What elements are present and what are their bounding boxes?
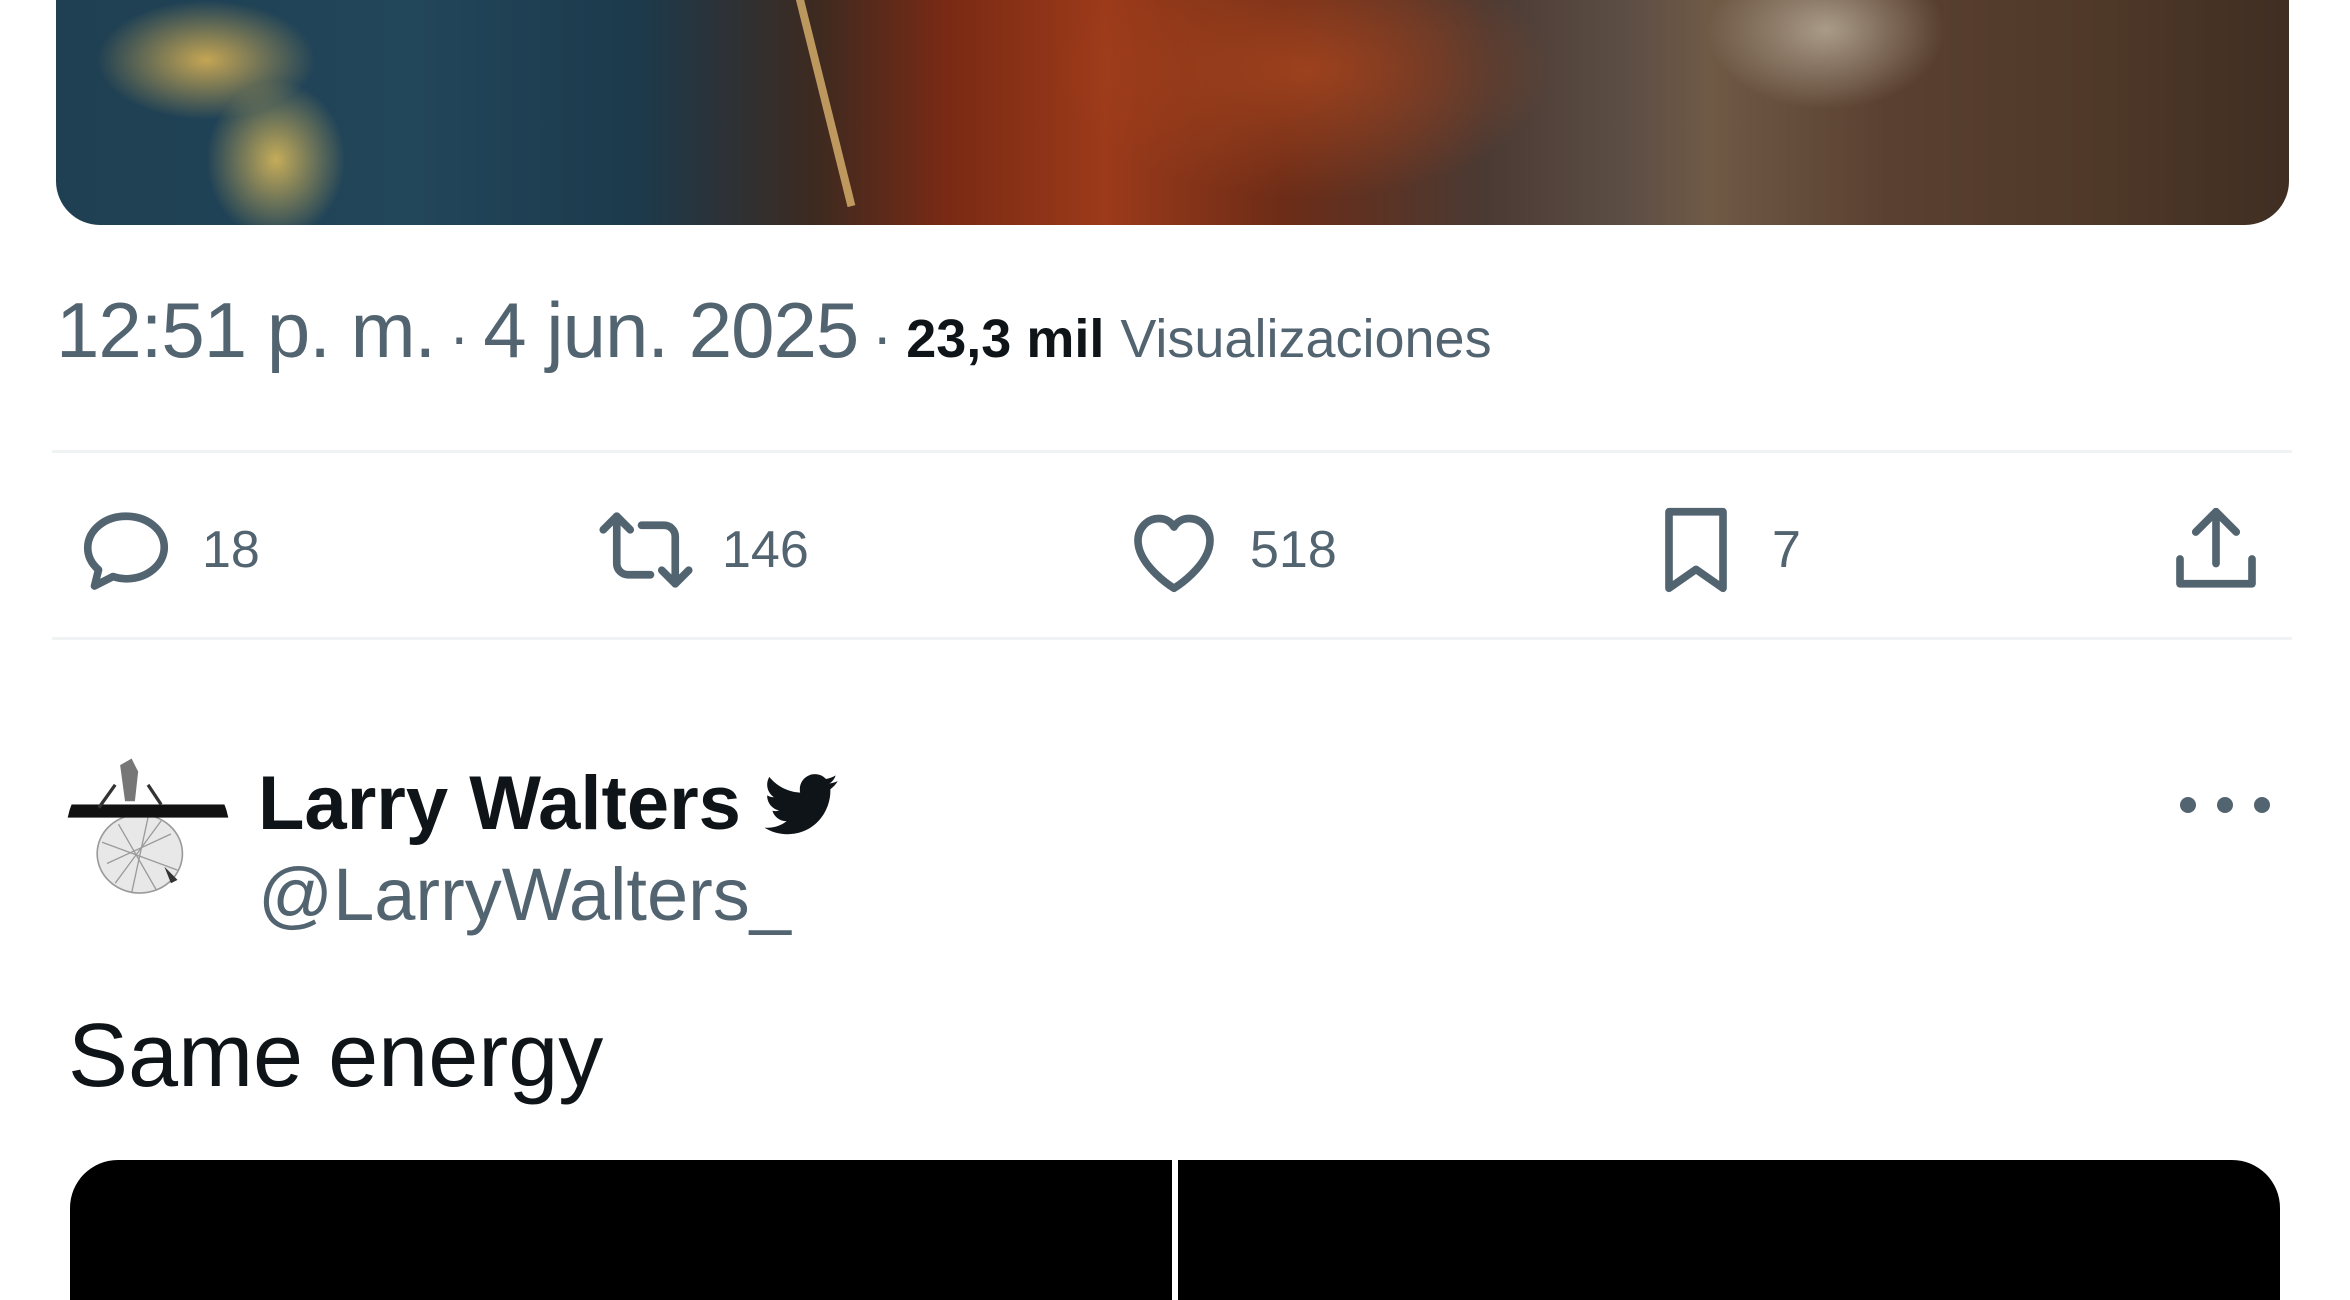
share-button[interactable] bbox=[2162, 500, 2270, 600]
divider bbox=[52, 450, 2292, 453]
heart-icon bbox=[1134, 514, 1214, 593]
action-bar: 18 146 518 7 bbox=[52, 455, 2292, 640]
more-icon bbox=[2217, 797, 2233, 813]
bird-icon bbox=[764, 773, 838, 834]
retweet-button[interactable]: 146 bbox=[592, 500, 809, 600]
media-detail bbox=[1706, 0, 1946, 110]
more-button[interactable] bbox=[2180, 785, 2270, 825]
like-button[interactable]: 518 bbox=[1120, 500, 1337, 600]
author-name[interactable]: Larry Walters bbox=[258, 760, 741, 847]
author-handle[interactable]: @LarryWalters_ bbox=[258, 852, 791, 937]
retweet-icon bbox=[599, 512, 693, 588]
reply-button[interactable]: 18 bbox=[72, 500, 260, 600]
reply-icon bbox=[83, 512, 169, 590]
media-tile[interactable] bbox=[70, 1160, 1172, 1300]
media-detail bbox=[1056, 0, 1556, 200]
tweet-date[interactable]: 4 jun. 2025 bbox=[483, 285, 859, 376]
media-detail bbox=[206, 80, 346, 225]
bookmark-button[interactable]: 7 bbox=[1642, 500, 1801, 600]
bookmark-icon bbox=[1665, 507, 1727, 593]
separator: · bbox=[449, 303, 470, 370]
like-count: 518 bbox=[1250, 521, 1337, 579]
avatar[interactable] bbox=[66, 752, 230, 916]
avatar-image bbox=[66, 752, 230, 916]
share-icon bbox=[2176, 507, 2256, 588]
more-icon bbox=[2254, 797, 2270, 813]
views-label[interactable]: Visualizaciones bbox=[1120, 308, 1491, 370]
reply-count: 18 bbox=[202, 521, 260, 579]
tweet-media-grid[interactable] bbox=[70, 1160, 2280, 1300]
retweet-count: 146 bbox=[722, 521, 809, 579]
tweet-text: Same energy bbox=[68, 1006, 604, 1106]
bookmark-count: 7 bbox=[1772, 521, 1801, 579]
author-row: Larry Walters bbox=[258, 760, 839, 847]
media-detail bbox=[784, 0, 856, 208]
more-icon bbox=[2180, 797, 2196, 813]
tweet-time[interactable]: 12:51 p. m. bbox=[56, 285, 436, 376]
tweet-media[interactable] bbox=[56, 0, 2289, 225]
views-count[interactable]: 23,3 mil bbox=[906, 308, 1104, 370]
divider bbox=[52, 637, 2292, 640]
separator: · bbox=[872, 303, 893, 370]
media-tile[interactable] bbox=[1178, 1160, 2280, 1300]
tweet-meta: 12:51 p. m. · 4 jun. 2025 · 23,3 mil Vis… bbox=[56, 285, 1492, 375]
